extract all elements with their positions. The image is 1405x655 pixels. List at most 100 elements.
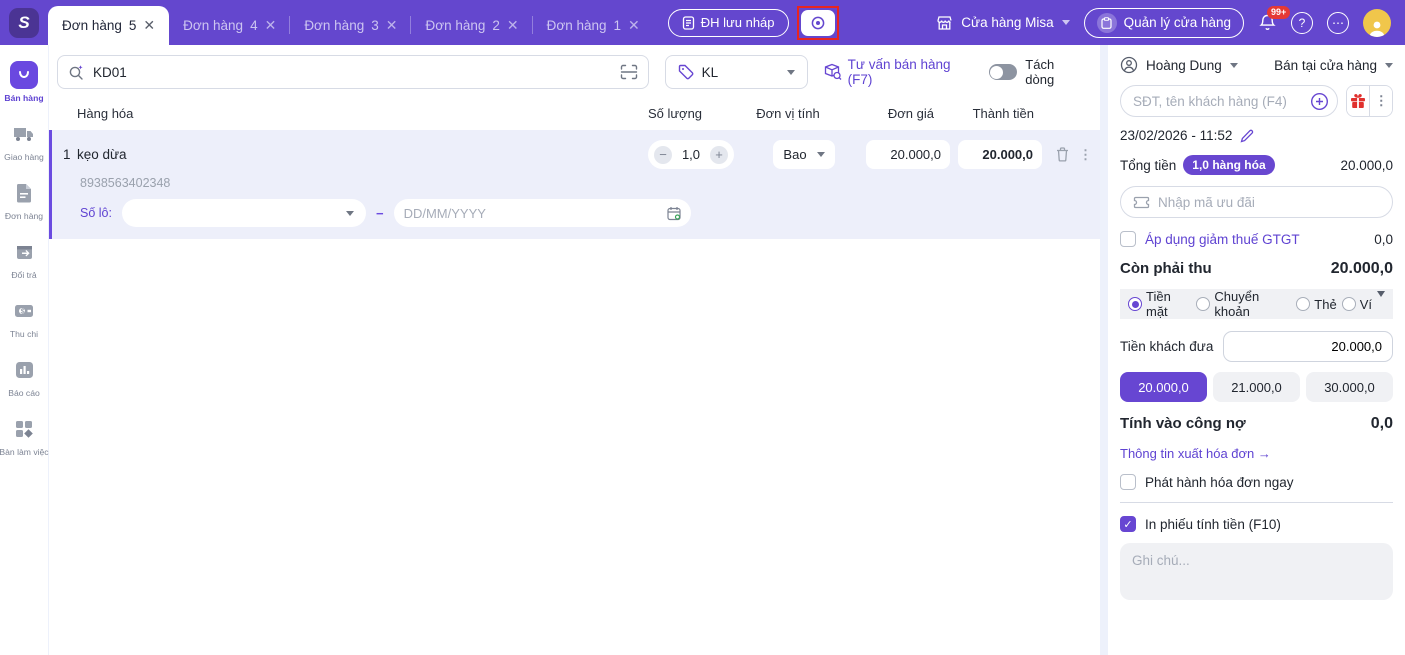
channel-value: Bán tại cửa hàng <box>1274 57 1377 73</box>
debt-value: 0,0 <box>1370 415 1393 432</box>
vat-discount-label[interactable]: Áp dụng giảm thuế GTGT <box>1145 232 1300 247</box>
payment-card-radio[interactable]: Thẻ <box>1296 297 1337 312</box>
employee-name: Hoàng Dung <box>1146 57 1222 73</box>
close-icon[interactable]: ✕ <box>507 17 519 34</box>
quick-amount-20000[interactable]: 20.000,0 <box>1120 372 1207 402</box>
customer-search-field[interactable] <box>1120 85 1338 117</box>
sidebar-item-doi-tra[interactable]: Đổi trả <box>0 232 48 287</box>
cash-given-input[interactable] <box>1224 339 1392 354</box>
product-search-box[interactable] <box>57 55 649 89</box>
order-note-textarea[interactable] <box>1120 543 1393 600</box>
panel-more-button[interactable]: ⋮ <box>1369 86 1392 116</box>
tab-number: 4 <box>250 18 258 33</box>
notifications-button[interactable]: 99+ <box>1258 5 1291 33</box>
manage-store-button[interactable]: Quản lý cửa hàng <box>1083 7 1244 38</box>
expiry-date-input[interactable] <box>403 205 667 221</box>
close-icon[interactable]: ✕ <box>628 17 640 34</box>
print-receipt-label: In phiếu tính tiền (F10) <box>1145 516 1281 532</box>
voucher-ticket-icon <box>1133 196 1150 209</box>
row-more-icon[interactable]: ⋮ <box>1079 147 1092 163</box>
new-order-button[interactable] <box>800 9 835 36</box>
sidebar-item-label: Báo cáo <box>8 388 40 398</box>
checkout-panel: Hoàng Dung Bán tại cửa hàng ⋮ <box>1108 45 1405 655</box>
payment-expand-button[interactable] <box>1377 290 1385 312</box>
payment-wallet-radio[interactable]: Ví <box>1341 297 1372 312</box>
calendar-icon[interactable] <box>666 206 681 221</box>
expiry-date-field[interactable] <box>393 199 691 227</box>
issue-invoice-checkbox[interactable] <box>1120 474 1136 490</box>
sidebar-item-ban-lam-viec[interactable]: Bàn làm việc <box>0 409 49 464</box>
qty-increase-button[interactable]: + <box>710 145 728 164</box>
line-total-field[interactable]: 20.000,0 <box>958 140 1042 169</box>
trash-icon[interactable] <box>1056 147 1069 162</box>
sidebar-item-bao-cao[interactable]: Báo cáo <box>0 350 48 405</box>
user-avatar[interactable] <box>1363 8 1391 37</box>
invoice-info-link[interactable]: Thông tin xuất hóa đơn → <box>1120 446 1393 461</box>
tab-number: 1 <box>613 18 622 33</box>
barcode-scan-icon[interactable] <box>620 64 638 80</box>
sidebar-item-giao-hang[interactable]: Giao hàng <box>0 114 48 169</box>
tab-don-hang-2[interactable]: Đơn hàng 2 ✕ <box>410 6 532 45</box>
tab-don-hang-4[interactable]: Đơn hàng 4 ✕ <box>169 6 290 45</box>
split-line-label: Tách dòng <box>1025 57 1055 87</box>
sales-consult-link[interactable]: Tư vấn bán hàng (F7) <box>824 57 973 87</box>
sidebar-item-thu-chi[interactable]: $ Thu chi <box>0 291 48 346</box>
customer-search-input[interactable] <box>1133 93 1310 109</box>
store-selector[interactable]: Cửa hàng Misa <box>936 15 1070 31</box>
items-count-badge: 1,0 hàng hóa <box>1183 155 1275 175</box>
tab-don-hang-5[interactable]: Đơn hàng 5 ✕ <box>48 6 170 45</box>
payment-label: Chuyển khoản <box>1214 289 1260 319</box>
table-row[interactable]: 1 kẹo dừa − 1,0 + Bao 20.000,0 20.000,0 … <box>49 130 1100 239</box>
consult-link-label: Tư vấn bán hàng (F7) <box>847 57 951 87</box>
radio-icon <box>1196 297 1211 311</box>
product-barcode: 8938563402348 <box>80 176 171 190</box>
payment-transfer-radio[interactable]: Chuyển khoản <box>1196 289 1291 319</box>
sidebar-item-ban-hang[interactable]: Bán hàng <box>0 55 48 110</box>
employee-select[interactable]: Hoàng Dung <box>1120 56 1238 74</box>
col-don-gia: Đơn giá <box>887 106 934 121</box>
total-label: Tổng tiền <box>1120 157 1177 173</box>
tab-don-hang-1[interactable]: Đơn hàng 1 ✕ <box>531 6 654 45</box>
target-circle-icon <box>810 15 826 31</box>
unit-price-field[interactable]: 20.000,0 <box>866 140 950 169</box>
manage-store-label: Quản lý cửa hàng <box>1123 15 1231 30</box>
voucher-input[interactable] <box>1158 194 1380 210</box>
close-icon[interactable]: ✕ <box>265 17 277 34</box>
vat-discount-checkbox[interactable] <box>1120 231 1136 247</box>
draft-orders-button[interactable]: ĐH lưu nháp <box>667 8 789 37</box>
help-button[interactable]: ? <box>1291 11 1313 34</box>
quick-amount-30000[interactable]: 30.000,0 <box>1306 372 1393 402</box>
close-icon[interactable]: ✕ <box>143 17 155 34</box>
cash-given-field[interactable] <box>1223 331 1393 362</box>
print-receipt-checkbox[interactable]: ✓ <box>1120 516 1136 532</box>
topbar-right: Cửa hàng Misa Quản lý cửa hàng 99+ ? ⋯ <box>936 5 1405 38</box>
more-options-button[interactable]: ⋯ <box>1327 11 1349 34</box>
app-logo[interactable]: S <box>0 7 48 38</box>
add-customer-icon[interactable] <box>1310 92 1329 111</box>
divider <box>1120 502 1393 503</box>
unit-select[interactable]: Bao <box>773 140 835 169</box>
quick-amount-21000[interactable]: 21.000,0 <box>1213 372 1300 402</box>
close-icon[interactable]: ✕ <box>386 17 398 34</box>
sidebar-item-don-hang[interactable]: Đơn hàng <box>0 173 48 228</box>
tab-label: Đơn hàng <box>304 18 365 33</box>
price-list-select[interactable]: KL <box>664 55 808 89</box>
lot-number-select[interactable] <box>121 199 366 227</box>
split-line-toggle[interactable] <box>988 64 1018 80</box>
product-search-input[interactable] <box>93 64 612 80</box>
edit-pencil-icon[interactable] <box>1240 129 1254 143</box>
chevron-down-icon <box>1061 20 1070 25</box>
gift-button[interactable] <box>1347 86 1370 116</box>
toggle-knob <box>990 65 1004 79</box>
lot-dash: − <box>375 205 384 221</box>
voucher-field[interactable] <box>1120 186 1393 218</box>
ellipsis-icon: ⋯ <box>1332 15 1344 30</box>
qty-decrease-button[interactable]: − <box>654 145 672 164</box>
qty-value[interactable]: 1,0 <box>681 147 701 162</box>
sales-channel-select[interactable]: Bán tại cửa hàng <box>1274 58 1393 73</box>
tab-don-hang-3[interactable]: Đơn hàng 3 ✕ <box>289 6 411 45</box>
tab-number: 3 <box>371 18 379 33</box>
svg-text:$: $ <box>21 308 25 315</box>
tab-label: Đơn hàng <box>546 18 607 33</box>
payment-cash-radio[interactable]: Tiền mặt <box>1128 289 1191 319</box>
